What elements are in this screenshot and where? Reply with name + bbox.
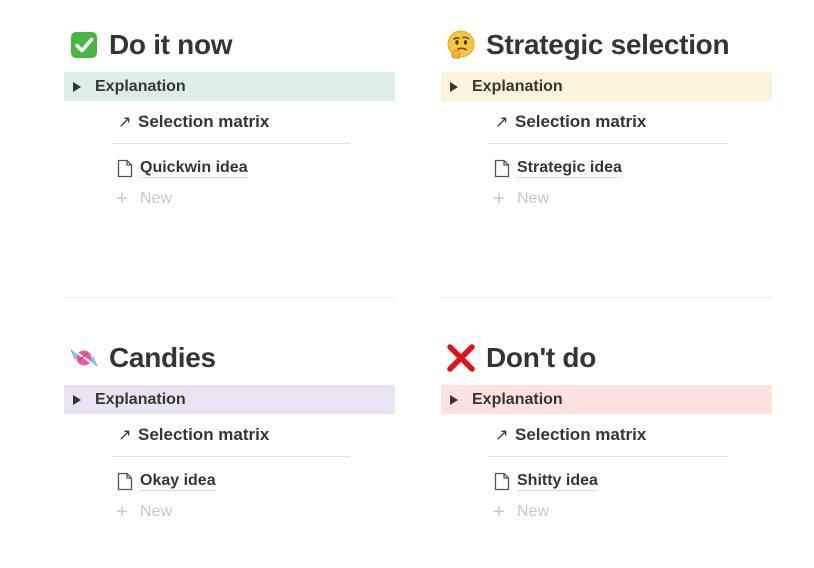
divider <box>489 143 727 144</box>
section-divider <box>64 297 395 298</box>
new-page-button[interactable]: + New <box>489 186 772 212</box>
plus-icon: + <box>116 188 128 210</box>
toggle-label: Explanation <box>95 390 186 408</box>
selection-matrix-link[interactable]: ↗ Selection matrix <box>489 107 725 137</box>
section-divider <box>441 297 772 298</box>
triangle-right-icon[interactable] <box>73 394 81 405</box>
section-title: Don't do <box>486 342 596 373</box>
triangle-right-icon[interactable] <box>73 81 81 92</box>
link-label: Selection matrix <box>138 112 270 131</box>
section-heading: Don't do <box>441 331 772 385</box>
section-heading: Do it now <box>64 18 395 72</box>
candy-icon <box>67 343 101 373</box>
triangle-right-icon[interactable] <box>450 81 458 92</box>
quadrant-do-it-now: Do it now Explanation ↗ Selection matrix… <box>64 18 395 212</box>
explanation-toggle[interactable]: Explanation <box>64 385 395 414</box>
arrow-up-right-icon: ↗ <box>495 427 509 444</box>
selection-matrix-link[interactable]: ↗ Selection matrix <box>489 420 725 450</box>
page-item[interactable]: Quickwin idea <box>112 155 395 181</box>
new-label: New <box>517 503 550 520</box>
page-icon <box>494 158 516 178</box>
selection-matrix-link[interactable]: ↗ Selection matrix <box>112 420 348 450</box>
divider <box>489 456 727 457</box>
link-label: Selection matrix <box>515 425 647 444</box>
page-item[interactable]: Shitty idea <box>489 468 772 494</box>
arrow-up-right-icon: ↗ <box>495 114 509 131</box>
page-title: Shitty idea <box>517 472 598 491</box>
section-heading: Candies <box>64 331 395 385</box>
page-item[interactable]: Okay idea <box>112 468 395 494</box>
plus-icon: + <box>493 501 505 523</box>
page-item[interactable]: Strategic idea <box>489 155 772 181</box>
check-mark-button-icon <box>67 30 101 60</box>
explanation-toggle[interactable]: Explanation <box>441 385 772 414</box>
section-title: Do it now <box>109 29 233 60</box>
quadrant-strategic-selection: Strategic selection Explanation ↗ Select… <box>441 18 772 212</box>
arrow-up-right-icon: ↗ <box>118 427 132 444</box>
cross-mark-icon <box>444 343 478 373</box>
toggle-label: Explanation <box>95 77 186 95</box>
divider <box>112 143 350 144</box>
section-title: Candies <box>109 342 216 373</box>
toggle-label: Explanation <box>472 390 563 408</box>
divider <box>112 456 350 457</box>
new-page-button[interactable]: + New <box>112 499 395 525</box>
quadrant-candies: Candies Explanation ↗ Selection matrix O… <box>64 331 395 525</box>
explanation-toggle[interactable]: Explanation <box>441 72 772 101</box>
explanation-toggle[interactable]: Explanation <box>64 72 395 101</box>
page-title: Quickwin idea <box>140 159 248 178</box>
new-page-button[interactable]: + New <box>489 499 772 525</box>
thinking-face-icon <box>444 30 478 60</box>
toggle-label: Explanation <box>472 77 563 95</box>
quadrant-dont-do: Don't do Explanation ↗ Selection matrix … <box>441 331 772 525</box>
plus-icon: + <box>493 188 505 210</box>
page-title: Strategic idea <box>517 159 622 178</box>
triangle-right-icon[interactable] <box>450 394 458 405</box>
new-label: New <box>140 503 173 520</box>
section-title: Strategic selection <box>486 29 730 60</box>
page-title: Okay idea <box>140 472 216 491</box>
page-icon <box>117 471 139 491</box>
section-heading: Strategic selection <box>441 18 772 72</box>
new-page-button[interactable]: + New <box>112 186 395 212</box>
plus-icon: + <box>116 501 128 523</box>
link-label: Selection matrix <box>515 112 647 131</box>
page-icon <box>117 158 139 178</box>
selection-matrix-link[interactable]: ↗ Selection matrix <box>112 107 348 137</box>
new-label: New <box>140 190 173 207</box>
arrow-up-right-icon: ↗ <box>118 114 132 131</box>
new-label: New <box>517 190 550 207</box>
page-icon <box>494 471 516 491</box>
link-label: Selection matrix <box>138 425 270 444</box>
